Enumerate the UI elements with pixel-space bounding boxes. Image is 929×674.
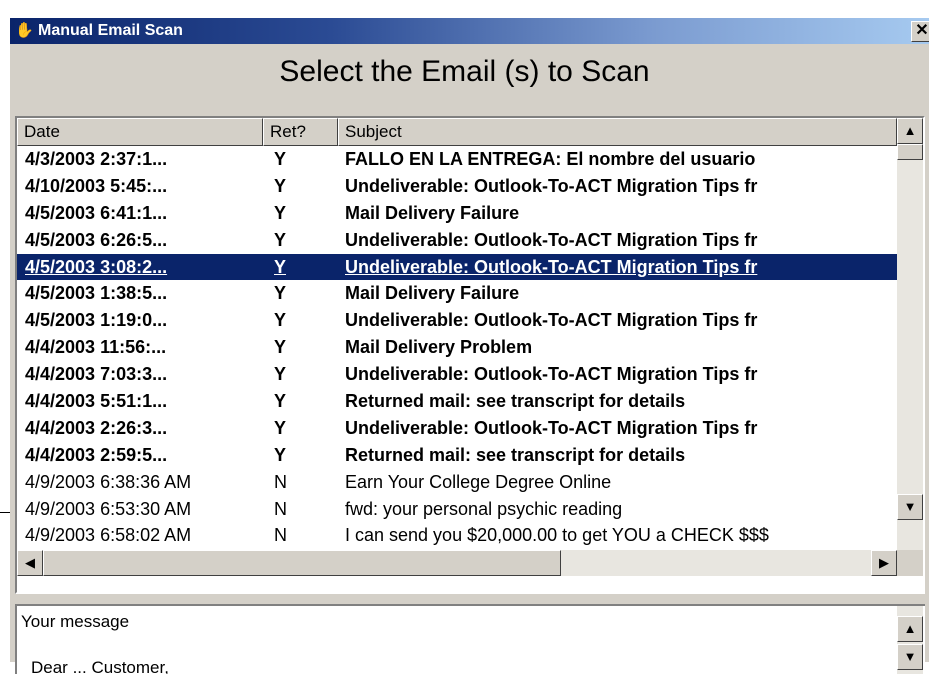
row-subject: Mail Delivery Problem bbox=[345, 337, 533, 358]
row-subject: Returned mail: see transcript for detail… bbox=[345, 444, 686, 465]
table-row[interactable]: 4/4/2003 2:26:3... Y Undeliverable: Outloo… bbox=[17, 415, 897, 442]
row-ret: Y bbox=[274, 175, 287, 196]
table-row[interactable]: 4/5/2003 1:19:0... Y Undeliverable: Outloo… bbox=[17, 307, 897, 334]
row-ret: Y bbox=[274, 256, 287, 277]
row-ret: Y bbox=[274, 391, 287, 412]
app-scan-icon: ✋ bbox=[15, 22, 34, 39]
manual-email-scan-window: ✋ Manual Email Scan ✕ Select the Email (… bbox=[10, 18, 929, 674]
row-date: 4/9/2003 6:58:02 AM bbox=[25, 525, 192, 546]
table-row[interactable]: 4/5/2003 3:08:2... Y Undeliverable: Outloo… bbox=[17, 253, 897, 281]
row-date: 4/4/2003 2:26:3... bbox=[25, 417, 168, 438]
email-list[interactable]: Date Ret? Subject 4/3/2003 2:37:1... Y FAL… bbox=[15, 116, 925, 594]
message-textarea[interactable]: Your message Dear ... Customer, ▲ ▼ bbox=[15, 604, 925, 674]
scrollbar-corner bbox=[897, 550, 923, 576]
table-row[interactable]: 4/3/2003 2:37:1... Y FALLO EN LA ENTREGA: … bbox=[17, 146, 897, 173]
row-date: 4/4/2003 7:03:3... bbox=[25, 364, 168, 385]
row-ret: Y bbox=[274, 417, 287, 438]
scroll-up-icon[interactable]: ▲ bbox=[897, 118, 923, 144]
horizontal-scroll-thumb[interactable] bbox=[43, 550, 561, 576]
page-heading: Select the Email (s) to Scan bbox=[279, 55, 650, 88]
row-subject: Mail Delivery Failure bbox=[345, 202, 520, 223]
row-date: 4/4/2003 2:59:5... bbox=[25, 444, 168, 465]
row-subject: Undeliverable: Outlook-To-ACT Migration … bbox=[345, 256, 758, 277]
vertical-scrollbar[interactable]: ▲ ▼ bbox=[897, 118, 923, 550]
row-date: 4/5/2003 1:38:5... bbox=[25, 283, 168, 304]
row-ret: Y bbox=[274, 444, 287, 465]
row-subject: Undeliverable: Outlook-To-ACT Migration … bbox=[345, 175, 758, 196]
row-date: 4/4/2003 5:51:1... bbox=[25, 391, 168, 412]
table-row[interactable]: 4/5/2003 6:26:5... Y Undeliverable: Outloo… bbox=[17, 227, 897, 254]
table-row[interactable]: 4/4/2003 11:56:... Y Mail Delivery Problem bbox=[17, 334, 897, 361]
scroll-down-icon[interactable]: ▼ bbox=[897, 494, 923, 520]
table-row[interactable]: 4/10/2003 5:45:... Y Undeliverable: Outloo… bbox=[17, 173, 897, 200]
background-divider bbox=[0, 512, 10, 513]
row-date: 4/9/2003 6:38:36 AM bbox=[25, 471, 192, 492]
row-ret: Y bbox=[274, 149, 287, 169]
horizontal-scrollbar[interactable]: ◀ ▶ bbox=[17, 550, 897, 576]
title-bar[interactable]: ✋ Manual Email Scan ✕ bbox=[10, 18, 929, 44]
row-date: 4/10/2003 5:45:... bbox=[25, 175, 168, 196]
vertical-scroll-thumb[interactable] bbox=[897, 144, 923, 160]
message-text: Dear ... Customer, bbox=[31, 658, 169, 674]
row-ret: N bbox=[274, 471, 287, 492]
row-date: 4/5/2003 1:19:0... bbox=[25, 310, 168, 331]
row-date: 4/3/2003 2:37:1... bbox=[25, 149, 168, 169]
row-date: 4/4/2003 11:56:... bbox=[25, 337, 167, 358]
table-row[interactable]: 4/5/2003 6:41:1... Y Mail Delivery Failure bbox=[17, 200, 897, 227]
row-date: 4/5/2003 6:41:1... bbox=[25, 202, 168, 223]
message-scroll-down-icon[interactable]: ▼ bbox=[897, 644, 923, 670]
row-date: 4/5/2003 6:26:5... bbox=[25, 229, 168, 250]
row-ret: Y bbox=[274, 202, 287, 223]
column-header-ret[interactable]: Ret? bbox=[263, 118, 338, 146]
message-scroll-up-icon[interactable]: ▲ bbox=[897, 616, 923, 642]
row-ret: Y bbox=[274, 337, 287, 358]
message-scrollbar[interactable]: ▲ ▼ bbox=[897, 606, 923, 674]
row-date: 4/9/2003 6:53:30 AM bbox=[25, 498, 192, 519]
scroll-right-icon[interactable]: ▶ bbox=[871, 550, 897, 576]
row-subject: I can send you $20,000.00 to get YOU a C… bbox=[345, 525, 769, 546]
row-ret: N bbox=[274, 498, 287, 519]
row-subject: Earn Your College Degree Online bbox=[345, 471, 612, 492]
table-row[interactable]: 4/5/2003 1:38:5... Y Mail Delivery Failure bbox=[17, 280, 897, 307]
column-header-date[interactable]: Date bbox=[17, 118, 263, 146]
table-row[interactable]: 4/9/2003 6:58:02 AM N I can send you $20,0… bbox=[17, 522, 897, 549]
row-ret: Y bbox=[274, 364, 287, 385]
table-row[interactable]: 4/9/2003 6:38:36 AM N Earn Your College De… bbox=[17, 469, 897, 496]
row-subject: Undeliverable: Outlook-To-ACT Migration … bbox=[345, 417, 758, 438]
table-row[interactable]: 4/4/2003 2:59:5... Y Returned mail: see tr… bbox=[17, 442, 897, 469]
row-ret: Y bbox=[274, 310, 287, 331]
row-ret: Y bbox=[274, 283, 287, 304]
row-subject: fwd: your personal psychic reading bbox=[345, 498, 623, 519]
window-title: Manual Email Scan bbox=[38, 22, 183, 39]
row-subject: Undeliverable: Outlook-To-ACT Migration … bbox=[345, 364, 758, 385]
row-ret: Y bbox=[274, 229, 287, 250]
row-subject: Mail Delivery Failure bbox=[345, 283, 520, 304]
row-subject: Undeliverable: Outlook-To-ACT Migration … bbox=[345, 229, 758, 250]
row-subject: Undeliverable: Outlook-To-ACT Migration … bbox=[345, 310, 758, 331]
row-date: 4/5/2003 3:08:2... bbox=[25, 256, 168, 277]
scroll-left-icon[interactable]: ◀ bbox=[17, 550, 43, 576]
email-rows: 4/3/2003 2:37:1... Y FALLO EN LA ENTREGA: … bbox=[17, 146, 897, 550]
row-subject: Returned mail: see transcript for detail… bbox=[345, 391, 686, 412]
row-ret: N bbox=[274, 525, 287, 546]
message-label: Your message bbox=[21, 612, 130, 631]
table-row[interactable]: 4/4/2003 7:03:3... Y Undeliverable: Outloo… bbox=[17, 361, 897, 388]
row-subject: FALLO EN LA ENTREGA: El nombre del usuar… bbox=[345, 149, 756, 169]
table-row[interactable]: 4/4/2003 5:51:1... Y Returned mail: see tr… bbox=[17, 388, 897, 415]
table-row[interactable]: 4/9/2003 6:53:30 AM Nfwd: your personal p… bbox=[17, 496, 897, 523]
column-header-subject[interactable]: Subject bbox=[338, 118, 897, 146]
close-button[interactable]: ✕ bbox=[911, 21, 929, 42]
